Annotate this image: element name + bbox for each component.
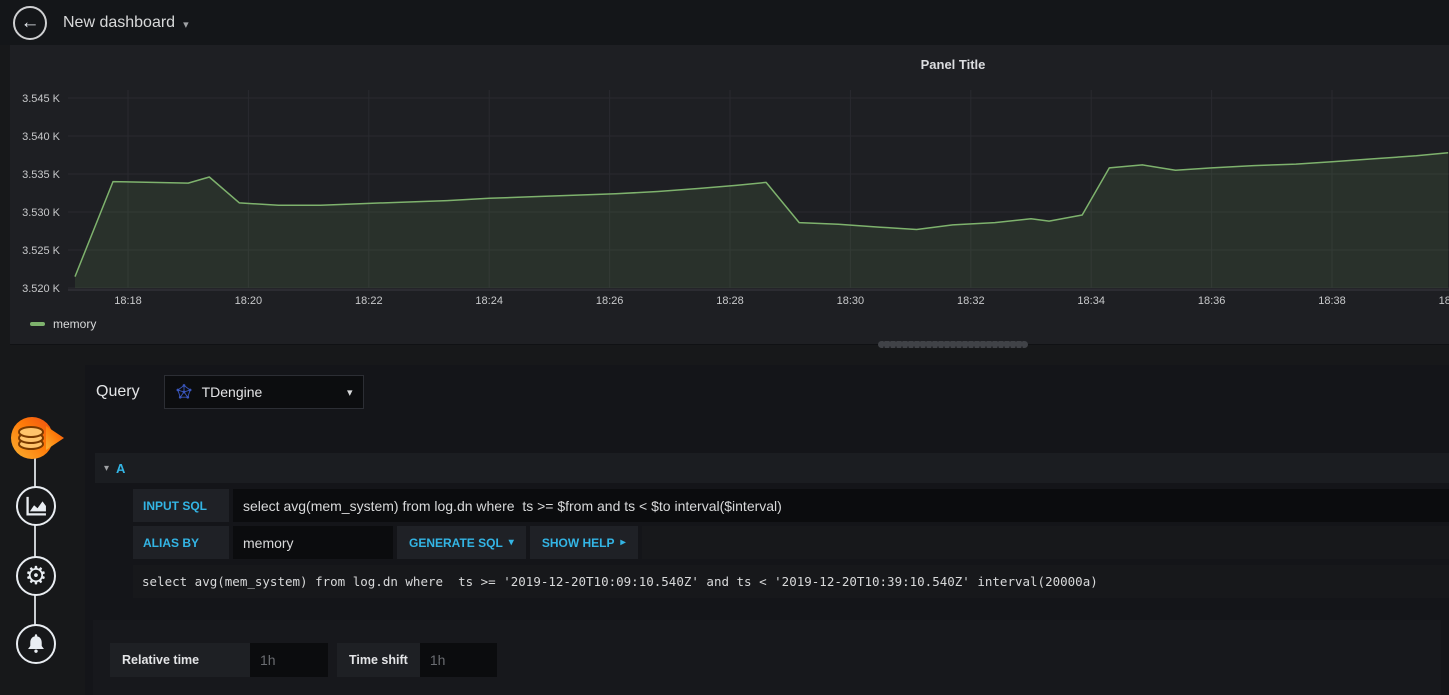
dashboard-title: New dashboard xyxy=(63,13,176,31)
show-help-button[interactable]: SHOW HELP ▸ xyxy=(529,526,638,559)
chevron-down-icon: ▾ xyxy=(183,18,189,31)
gear-icon: ⚙ xyxy=(24,561,48,590)
legend-item-memory[interactable]: memory xyxy=(30,317,96,331)
svg-text:18:36: 18:36 xyxy=(1198,295,1226,307)
svg-text:18:40: 18:40 xyxy=(1439,295,1449,307)
chevron-down-icon: ▾ xyxy=(347,386,353,399)
back-button[interactable]: ← xyxy=(13,5,47,40)
dashboard-title-dropdown[interactable]: New dashboard ▾ xyxy=(63,14,189,32)
svg-text:18:30: 18:30 xyxy=(837,295,865,307)
svg-text:3.520 K: 3.520 K xyxy=(22,283,61,295)
relative-time-label: Relative time xyxy=(110,643,250,677)
svg-text:18:22: 18:22 xyxy=(355,295,383,307)
panel-resize-handle[interactable] xyxy=(878,341,1028,348)
chevron-right-icon: ▸ xyxy=(620,537,626,548)
query-ref-id: A xyxy=(116,460,126,476)
query-section-label: Query xyxy=(96,383,140,400)
svg-text:3.525 K: 3.525 K xyxy=(22,245,61,257)
tdengine-logo-icon xyxy=(176,384,192,399)
time-shift-field[interactable] xyxy=(419,643,497,677)
memory-timeseries-chart[interactable]: 3.520 K 3.525 K 3.530 K 3.535 K 3.540 K 3.545… xyxy=(10,45,1449,345)
svg-text:18:32: 18:32 xyxy=(957,295,985,307)
svg-text:18:38: 18:38 xyxy=(1318,295,1346,307)
tab-panel-settings[interactable]: ⚙ xyxy=(16,556,56,596)
generate-sql-button[interactable]: GENERATE SQL ▾ xyxy=(397,526,526,559)
alias-by-label: ALIAS BY xyxy=(133,526,229,559)
svg-text:3.540 K: 3.540 K xyxy=(22,131,61,143)
chevron-down-icon: ▾ xyxy=(508,537,514,548)
tab-alert[interactable] xyxy=(16,624,56,664)
graph-panel: 3.520 K 3.525 K 3.530 K 3.535 K 3.540 K 3.545… xyxy=(10,45,1449,345)
queries-database-icon xyxy=(11,417,64,459)
generated-sql-preview: select avg(mem_system) from log.dn where… xyxy=(133,565,1449,598)
bell-icon xyxy=(28,634,44,653)
svg-text:18:28: 18:28 xyxy=(716,295,744,307)
back-arrow-icon: ← xyxy=(20,12,40,33)
panel-title[interactable]: Panel Title xyxy=(921,57,986,72)
time-shift-label: Time shift xyxy=(337,643,420,677)
collapse-caret-icon: ▾ xyxy=(104,462,110,474)
tab-visualization[interactable] xyxy=(16,486,56,526)
datasource-select[interactable]: TDengine ▾ xyxy=(163,375,364,409)
svg-text:3.545 K: 3.545 K xyxy=(22,93,61,105)
legend-label: memory xyxy=(53,317,97,331)
query-row-header-a[interactable]: ▾ A xyxy=(95,453,1449,483)
datasource-name: TDengine xyxy=(201,384,263,400)
input-sql-field[interactable] xyxy=(233,489,1449,522)
top-navbar: ← New dashboard ▾ xyxy=(0,0,1449,45)
svg-text:18:20: 18:20 xyxy=(235,295,263,307)
alias-by-field[interactable] xyxy=(233,526,393,559)
legend-color-dash xyxy=(30,322,45,326)
input-sql-label: INPUT SQL xyxy=(133,489,229,522)
svg-text:18:34: 18:34 xyxy=(1077,295,1105,307)
chart-icon xyxy=(26,496,46,516)
svg-text:3.535 K: 3.535 K xyxy=(22,169,61,181)
relative-time-field[interactable] xyxy=(250,643,328,677)
tab-connector-line xyxy=(34,458,36,628)
tab-queries[interactable] xyxy=(9,415,65,461)
svg-text:18:24: 18:24 xyxy=(475,295,503,307)
row-filler xyxy=(641,526,1449,559)
svg-text:18:26: 18:26 xyxy=(596,295,624,307)
query-options-panel: Relative time Time shift xyxy=(93,620,1441,695)
svg-text:18:18: 18:18 xyxy=(114,295,142,307)
query-editor-pane: Query TDengine ▾ ▾ A INPUT SQL select av… xyxy=(85,365,1449,695)
svg-text:3.530 K: 3.530 K xyxy=(22,207,61,219)
